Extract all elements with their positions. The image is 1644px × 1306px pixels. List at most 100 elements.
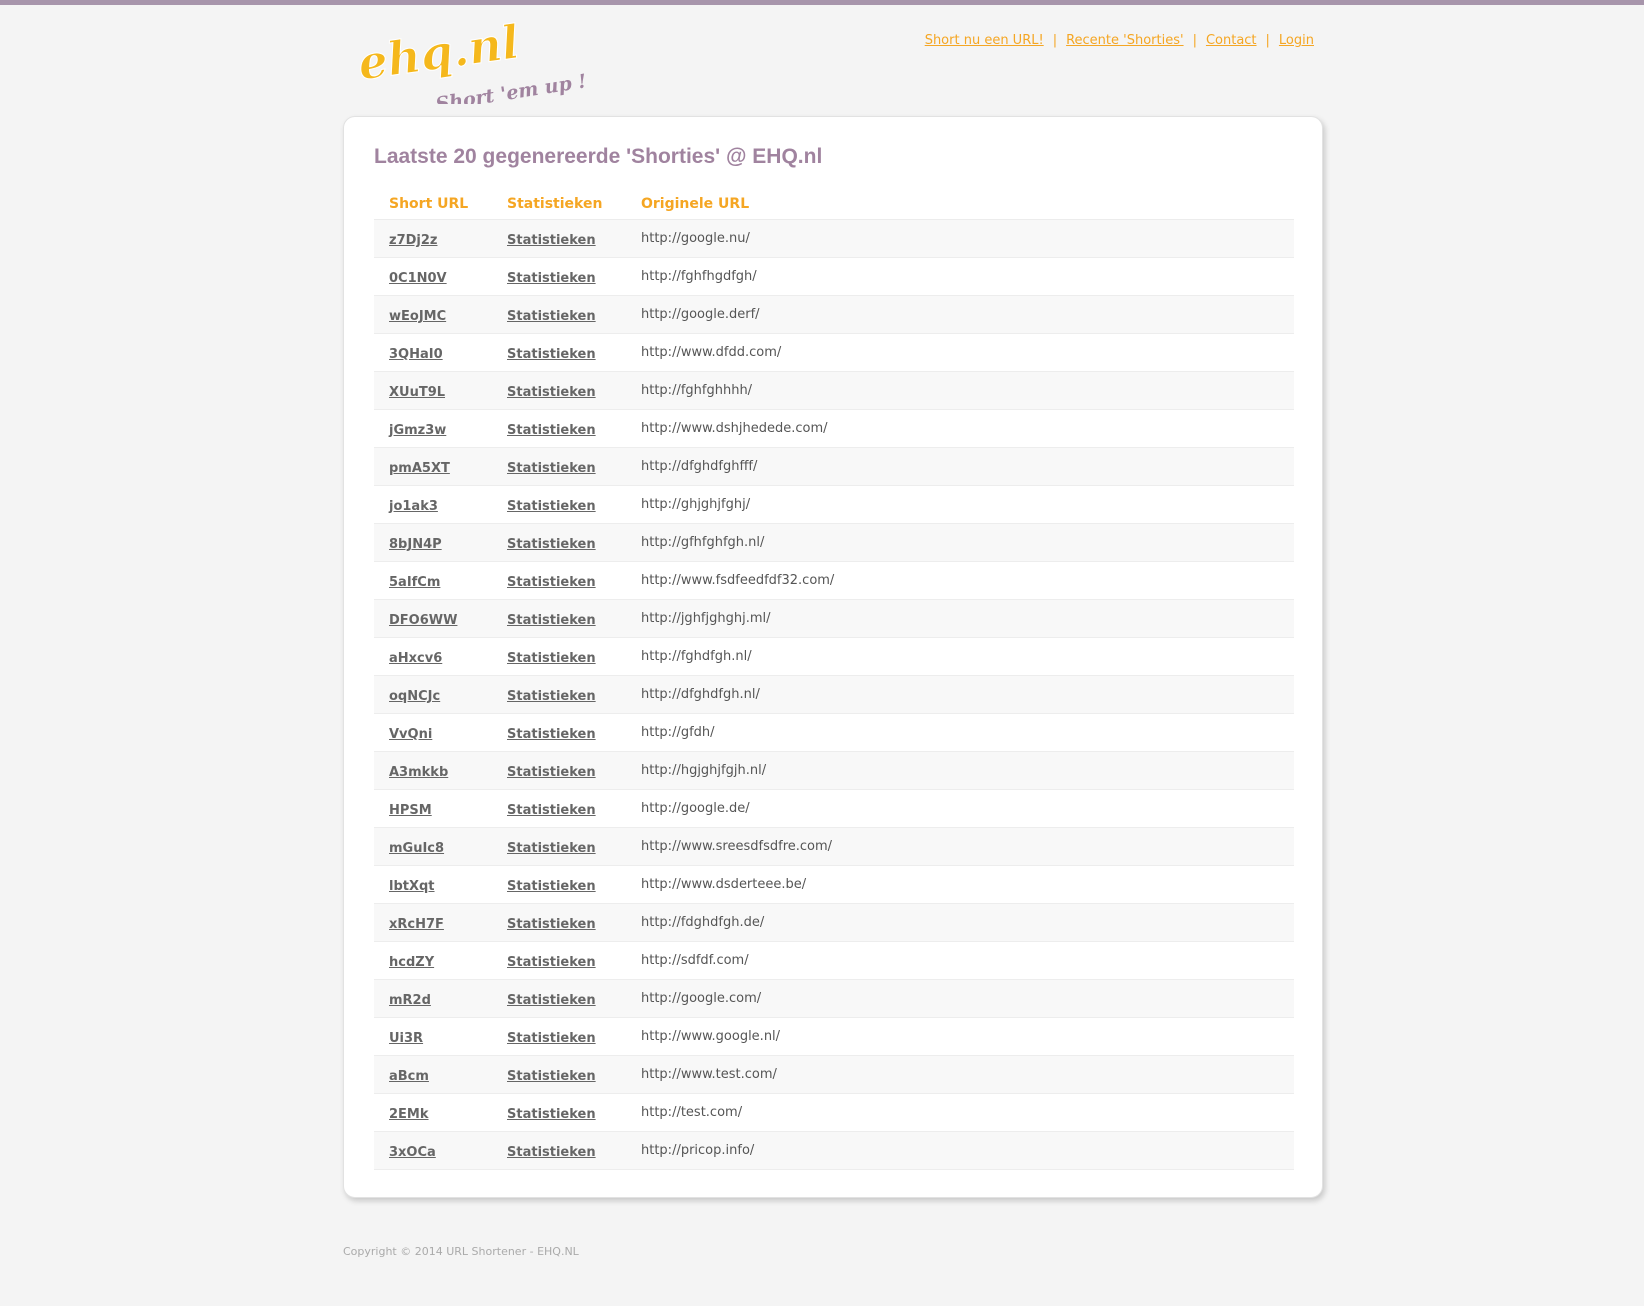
statistics-cell: Statistieken [507, 799, 641, 818]
statistics-link[interactable]: Statistieken [507, 309, 596, 324]
statistics-cell: Statistieken [507, 609, 641, 628]
short-url-cell: 3QHaI0 [374, 343, 507, 362]
original-url-cell: http://www.test.com/ [641, 1067, 777, 1082]
statistics-link[interactable]: Statistieken [507, 347, 596, 362]
table-row: XUuT9L Statistieken http://fghfghhhh/ [374, 372, 1294, 410]
nav-separator: | [1192, 33, 1197, 48]
statistics-cell: Statistieken [507, 951, 641, 970]
short-url-link[interactable]: jo1ak3 [389, 499, 438, 514]
short-url-cell: aBcm [374, 1065, 507, 1084]
short-url-link[interactable]: mGuIc8 [389, 841, 444, 856]
statistics-link[interactable]: Statistieken [507, 651, 596, 666]
short-url-cell: jo1ak3 [374, 495, 507, 514]
statistics-cell: Statistieken [507, 1027, 641, 1046]
statistics-cell: Statistieken [507, 761, 641, 780]
nav-link-recent-shorties[interactable]: Recente 'Shorties' [1066, 33, 1183, 48]
nav-separator: | [1052, 33, 1058, 48]
statistics-link[interactable]: Statistieken [507, 879, 596, 894]
statistics-cell: Statistieken [507, 1141, 641, 1160]
short-url-cell: 0C1N0V [374, 267, 507, 286]
short-url-link[interactable]: hcdZY [389, 955, 434, 970]
table-row: jo1ak3 Statistieken http://ghjghjfghj/ [374, 486, 1294, 524]
table-row: xRcH7F Statistieken http://fdghdfgh.de/ [374, 904, 1294, 942]
short-url-link[interactable]: VvQni [389, 727, 432, 742]
short-url-link[interactable]: z7Dj2z [389, 233, 437, 248]
short-url-cell: A3mkkb [374, 761, 507, 780]
short-url-link[interactable]: pmA5XT [389, 461, 450, 476]
statistics-link[interactable]: Statistieken [507, 1107, 596, 1122]
short-url-link[interactable]: xRcH7F [389, 917, 444, 932]
statistics-link[interactable]: Statistieken [507, 727, 596, 742]
short-url-link[interactable]: HPSM [389, 803, 432, 818]
statistics-link[interactable]: Statistieken [507, 841, 596, 856]
short-url-cell: 8bJN4P [374, 533, 507, 552]
statistics-link[interactable]: Statistieken [507, 1031, 596, 1046]
short-url-cell: jGmz3w [374, 419, 507, 438]
original-url-cell: http://sdfdf.com/ [641, 953, 749, 968]
statistics-link[interactable]: Statistieken [507, 993, 596, 1008]
statistics-link[interactable]: Statistieken [507, 385, 596, 400]
short-url-link[interactable]: aHxcv6 [389, 651, 442, 666]
original-url-cell: http://www.fsdfeedfdf32.com/ [641, 573, 835, 588]
short-url-link[interactable]: jGmz3w [389, 423, 446, 438]
short-url-link[interactable]: lbtXqt [389, 879, 435, 894]
nav-link-contact[interactable]: Contact [1206, 33, 1257, 48]
original-url-cell: http://www.dshjhedede.com/ [641, 421, 828, 436]
short-url-link[interactable]: aBcm [389, 1069, 429, 1084]
short-url-link[interactable]: DFO6WW [389, 613, 457, 628]
nav-link-login[interactable]: Login [1279, 33, 1314, 48]
original-url-cell: http://fghfghhhh/ [641, 383, 753, 398]
short-url-link[interactable]: XUuT9L [389, 385, 445, 400]
statistics-link[interactable]: Statistieken [507, 803, 596, 818]
statistics-cell: Statistieken [507, 875, 641, 894]
original-url-cell: http://fghfhgdfgh/ [641, 269, 757, 284]
shorties-table: Short URL Statistieken Originele URL z7D… [374, 189, 1294, 1170]
statistics-link[interactable]: Statistieken [507, 613, 596, 628]
statistics-link[interactable]: Statistieken [507, 689, 596, 704]
statistics-link[interactable]: Statistieken [507, 955, 596, 970]
statistics-link[interactable]: Statistieken [507, 575, 596, 590]
original-url-cell: http://hgjghjfgjh.nl/ [641, 763, 767, 778]
statistics-link[interactable]: Statistieken [507, 537, 596, 552]
short-url-link[interactable]: 5aIfCm [389, 575, 440, 590]
short-url-link[interactable]: 3QHaI0 [389, 347, 443, 362]
short-url-link[interactable]: wEoJMC [389, 309, 446, 324]
short-url-link[interactable]: Ui3R [389, 1031, 423, 1046]
table-row: A3mkkb Statistieken http://hgjghjfgjh.nl/ [374, 752, 1294, 790]
statistics-link[interactable]: Statistieken [507, 917, 596, 932]
statistics-cell: Statistieken [507, 267, 641, 286]
statistics-link[interactable]: Statistieken [507, 765, 596, 780]
table-row: mGuIc8 Statistieken http://www.sreesdfsdfr… [374, 828, 1294, 866]
original-url-cell: http://pricop.info/ [641, 1143, 755, 1158]
original-url-cell: http://gfhfghfgh.nl/ [641, 535, 765, 550]
statistics-link[interactable]: Statistieken [507, 499, 596, 514]
statistics-link[interactable]: Statistieken [507, 423, 596, 438]
short-url-cell: xRcH7F [374, 913, 507, 932]
short-url-link[interactable]: A3mkkb [389, 765, 448, 780]
short-url-cell: mGuIc8 [374, 837, 507, 856]
short-url-link[interactable]: 2EMk [389, 1107, 429, 1122]
short-url-cell: VvQni [374, 723, 507, 742]
table-row: 8bJN4P Statistieken http://gfhfghfgh.nl/ [374, 524, 1294, 562]
short-url-cell: XUuT9L [374, 381, 507, 400]
site-logo[interactable]: ehq.nl Short 'em up ! [355, 14, 595, 104]
statistics-link[interactable]: Statistieken [507, 1069, 596, 1084]
nav-link-short-url[interactable]: Short nu een URL! [925, 33, 1044, 48]
statistics-link[interactable]: Statistieken [507, 233, 596, 248]
top-accent-bar [0, 0, 1644, 5]
table-row: HPSM Statistieken http://google.de/ [374, 790, 1294, 828]
original-url-cell: http://www.google.nl/ [641, 1029, 781, 1044]
short-url-link[interactable]: 0C1N0V [389, 271, 447, 286]
statistics-link[interactable]: Statistieken [507, 1145, 596, 1160]
statistics-link[interactable]: Statistieken [507, 271, 596, 286]
short-url-link[interactable]: 8bJN4P [389, 537, 442, 552]
short-url-link[interactable]: oqNCJc [389, 689, 440, 704]
short-url-cell: 3xOCa [374, 1141, 507, 1160]
statistics-cell: Statistieken [507, 571, 641, 590]
short-url-link[interactable]: mR2d [389, 993, 431, 1008]
original-url-cell: http://www.dfdd.com/ [641, 345, 782, 360]
statistics-link[interactable]: Statistieken [507, 461, 596, 476]
page-title: Laatste 20 gegenereerde 'Shorties' @ EHQ… [374, 145, 823, 168]
short-url-link[interactable]: 3xOCa [389, 1145, 436, 1160]
table-header: Short URL Statistieken Originele URL [374, 189, 1294, 220]
